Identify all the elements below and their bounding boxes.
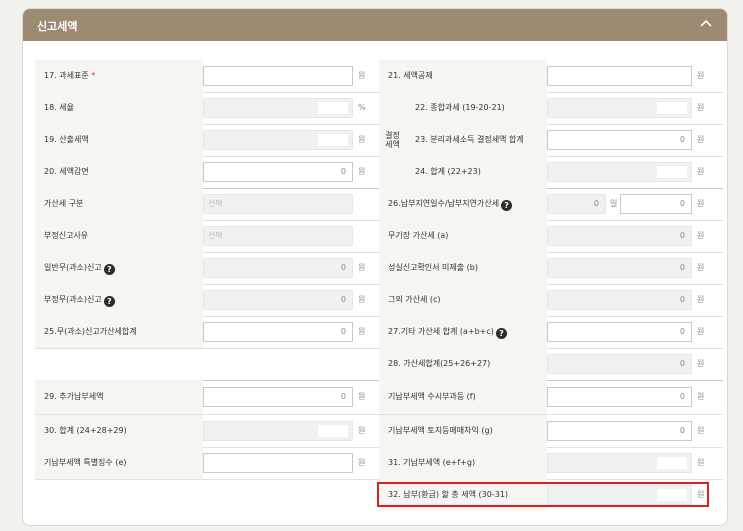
panel-title: 신고세액 (37, 20, 78, 33)
label-calculated-tax: 19. 산출세액 (35, 124, 203, 156)
label-tax-base: 17. 과세표준 * (35, 60, 203, 92)
tax-reduction-input[interactable]: 0 (203, 162, 353, 182)
help-icon[interactable]: ? (495, 328, 507, 339)
separate-tax-total-input[interactable]: 0 (547, 130, 692, 150)
label-comprehensive-tax: 22. 종합과세 (19-20-21) (406, 92, 547, 124)
tax-rate-field (203, 98, 353, 118)
table-row: 25.무(과소)신고가산세합계 0 원 27.기타 가산세 합계 (a+b+c)… (35, 316, 723, 349)
help-icon[interactable]: ? (103, 296, 115, 307)
total-22-23-field (547, 162, 692, 182)
label-penalty-type: 가산세 구분 (35, 188, 203, 220)
unit-won: 원 (358, 426, 366, 435)
general-underreport-field: 0 (203, 258, 353, 278)
label-fraud-underreport: 부정무(과소)신고? (35, 284, 203, 316)
label-tax-rate: 18. 세율 (35, 92, 203, 124)
underreport-penalty-total-input[interactable]: 0 (203, 322, 353, 342)
fraud-underreport-field: 0 (203, 290, 353, 310)
label-prepaid-total: 31. 기납부세액 (e+f+g) (379, 447, 547, 479)
highlight-box (377, 482, 709, 507)
penalty-sum-field: 0 (547, 354, 692, 374)
prepaid-total-field (547, 453, 692, 473)
unit-won: 원 (697, 103, 705, 112)
no-bookkeeping-penalty-field: 0 (547, 226, 692, 246)
table-row: 가산세 구분 선택 26.납부지연일수/납부지연가산세? 0 일 0 원 (35, 188, 723, 221)
table-row: 부정신고사유 선택 무기장 가산세 (a) 0 원 (35, 220, 723, 253)
unit-percent: % (358, 103, 366, 112)
tax-credit-input[interactable] (547, 66, 692, 86)
unit-won: 원 (697, 71, 705, 80)
unit-won: 원 (697, 327, 705, 336)
additional-payment-input[interactable]: 0 (203, 387, 353, 407)
label-no-bookkeeping-penalty: 무기장 가산세 (a) (379, 220, 547, 252)
sum-24-28-29-field (203, 421, 353, 441)
label-penalty-sum: 28. 가산세합계(25+26+27) (379, 348, 547, 380)
prepaid-land-trade-input[interactable]: 0 (547, 421, 692, 441)
unit-won: 원 (697, 199, 705, 208)
unit-won: 원 (697, 167, 705, 176)
other-penalty-total-input[interactable]: 0 (547, 322, 692, 342)
unit-won: 원 (697, 426, 705, 435)
unit-day: 일 (610, 199, 618, 208)
label-prepaid-occasional: 기납부세액 수시부과등 (f) (379, 380, 547, 414)
unit-won: 원 (697, 295, 705, 304)
prepaid-special-input[interactable] (203, 453, 353, 473)
other-penalty-field: 0 (547, 290, 692, 310)
label-tax-reduction: 20. 세액감면 (35, 156, 203, 188)
unit-won: 원 (697, 392, 705, 401)
unit-won: 원 (358, 295, 366, 304)
help-icon[interactable]: ? (103, 264, 115, 275)
comprehensive-tax-field (547, 98, 692, 118)
table-row: 29. 추가납부세액 0 원 기납부세액 수시부과등 (f) 0 원 (35, 380, 723, 415)
unit-won: 원 (697, 135, 705, 144)
unit-won: 원 (358, 135, 366, 144)
unit-won: 원 (697, 231, 705, 240)
label-tax-credit: 21. 세액공제 (379, 60, 547, 92)
table-row: 일반무(과소)신고? 0 원 성실신고확인서 미제출 (b) 0 원 (35, 252, 723, 285)
unit-won: 원 (358, 458, 366, 467)
label-prepaid-special: 기납부세액 특별징수 (e) (35, 447, 203, 479)
late-penalty-input[interactable]: 0 (620, 194, 692, 214)
unit-won: 원 (697, 359, 705, 368)
table-row: 기납부세액 특별징수 (e) 원 31. 기납부세액 (e+f+g) 원 (35, 447, 723, 480)
help-icon[interactable]: ? (501, 200, 513, 211)
penalty-type-select[interactable]: 선택 (203, 194, 353, 214)
label-determined-tax-group: 결정 세액 (379, 92, 406, 188)
table-row: 부정무(과소)신고? 0 원 그외 가산세 (c) 0 원 (35, 284, 723, 317)
table-row: 30. 합계 (24+28+29) 원 기납부세액 토지등매매차익 (g) 0 … (35, 415, 723, 448)
required-mark: * (91, 71, 96, 80)
fraud-reason-select[interactable]: 선택 (203, 226, 353, 246)
prepaid-occasional-input[interactable]: 0 (547, 387, 692, 407)
panel-header[interactable]: 신고세액 (23, 9, 727, 41)
unit-won: 원 (697, 458, 705, 467)
unit-won: 원 (358, 71, 366, 80)
label-other-penalty: 그외 가산세 (c) (379, 284, 547, 316)
tax-base-input[interactable] (203, 66, 353, 86)
table-row: 28. 가산세합계(25+26+27) 0 원 (35, 348, 723, 381)
sincerity-cert-penalty-field: 0 (547, 258, 692, 278)
label-fraud-reason: 부정신고사유 (35, 220, 203, 252)
label-sincerity-cert-penalty: 성실신고확인서 미제출 (b) (379, 252, 547, 284)
unit-won: 원 (358, 327, 366, 336)
label-sum-24-28-29: 30. 합계 (24+28+29) (35, 415, 203, 447)
label-underreport-penalty-total: 25.무(과소)신고가산세합계 (35, 316, 203, 348)
unit-won: 원 (358, 392, 366, 401)
tax-report-panel: 신고세액 17. 과세표준 * 원 21. 세액공제 원 18. 세율 % 22… (22, 8, 728, 526)
calculated-tax-field (203, 130, 353, 150)
label-separate-tax-total: 23. 분리과세소득 결정세액 합계 (406, 124, 547, 156)
late-days-field: 0 (547, 194, 606, 214)
label-other-penalty-total: 27.기타 가산세 합계 (a+b+c)? (379, 316, 547, 348)
unit-won: 원 (358, 263, 366, 272)
unit-won: 원 (697, 263, 705, 272)
label-additional-payment: 29. 추가납부세액 (35, 380, 203, 414)
chevron-up-icon[interactable] (699, 17, 713, 33)
unit-won: 원 (358, 167, 366, 176)
label-total-22-23: 24. 합계 (22+23) (406, 156, 547, 188)
label-general-underreport: 일반무(과소)신고? (35, 252, 203, 284)
table-row: 17. 과세표준 * 원 21. 세액공제 원 (35, 60, 723, 93)
label-late-payment: 26.납부지연일수/납부지연가산세? (379, 188, 547, 220)
label-prepaid-land-trade: 기납부세액 토지등매매차익 (g) (379, 415, 547, 447)
